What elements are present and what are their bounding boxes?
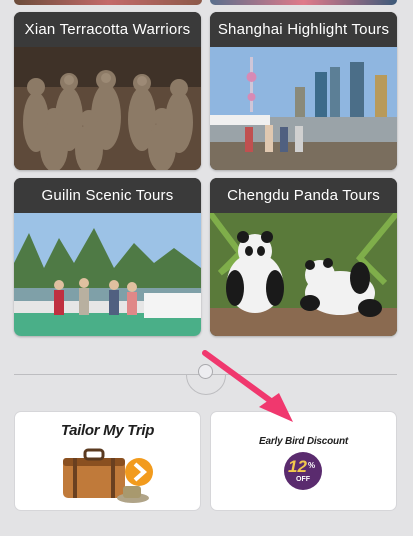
tour-photo-terracotta xyxy=(14,47,201,170)
tour-card-xian[interactable]: Xian Terracotta Warriors xyxy=(14,12,201,170)
tailor-my-trip-card[interactable]: Tailor My Trip xyxy=(14,411,201,511)
discount-badge-icon: 12 % OFF xyxy=(284,452,322,490)
tour-photo-guilin xyxy=(14,213,201,336)
previous-card-edge xyxy=(14,0,202,5)
discount-value: 12 xyxy=(288,457,307,476)
discount-off-label: OFF xyxy=(296,476,310,483)
discount-percent-sign: % xyxy=(308,461,316,470)
tour-card-title: Shanghai Highlight Tours xyxy=(210,12,397,47)
tour-card-chengdu[interactable]: Chengdu Panda Tours xyxy=(210,178,397,336)
tour-card-title: Chengdu Panda Tours xyxy=(210,178,397,213)
tour-photo-shanghai xyxy=(210,47,397,170)
previous-card-edge xyxy=(210,0,397,5)
divider-dot-icon xyxy=(198,364,213,379)
early-bird-discount-card[interactable]: Early Bird Discount 12 % OFF xyxy=(210,411,397,511)
suitcase-icon xyxy=(63,448,153,503)
tour-card-shanghai[interactable]: Shanghai Highlight Tours xyxy=(210,12,397,170)
tour-card-title: Xian Terracotta Warriors xyxy=(14,12,201,47)
tailor-my-trip-title: Tailor My Trip xyxy=(60,422,155,439)
tour-photo-panda xyxy=(210,213,397,336)
early-bird-title: Early Bird Discount xyxy=(259,436,348,447)
tour-card-guilin[interactable]: Guilin Scenic Tours xyxy=(14,178,201,336)
tour-card-title: Guilin Scenic Tours xyxy=(14,178,201,213)
